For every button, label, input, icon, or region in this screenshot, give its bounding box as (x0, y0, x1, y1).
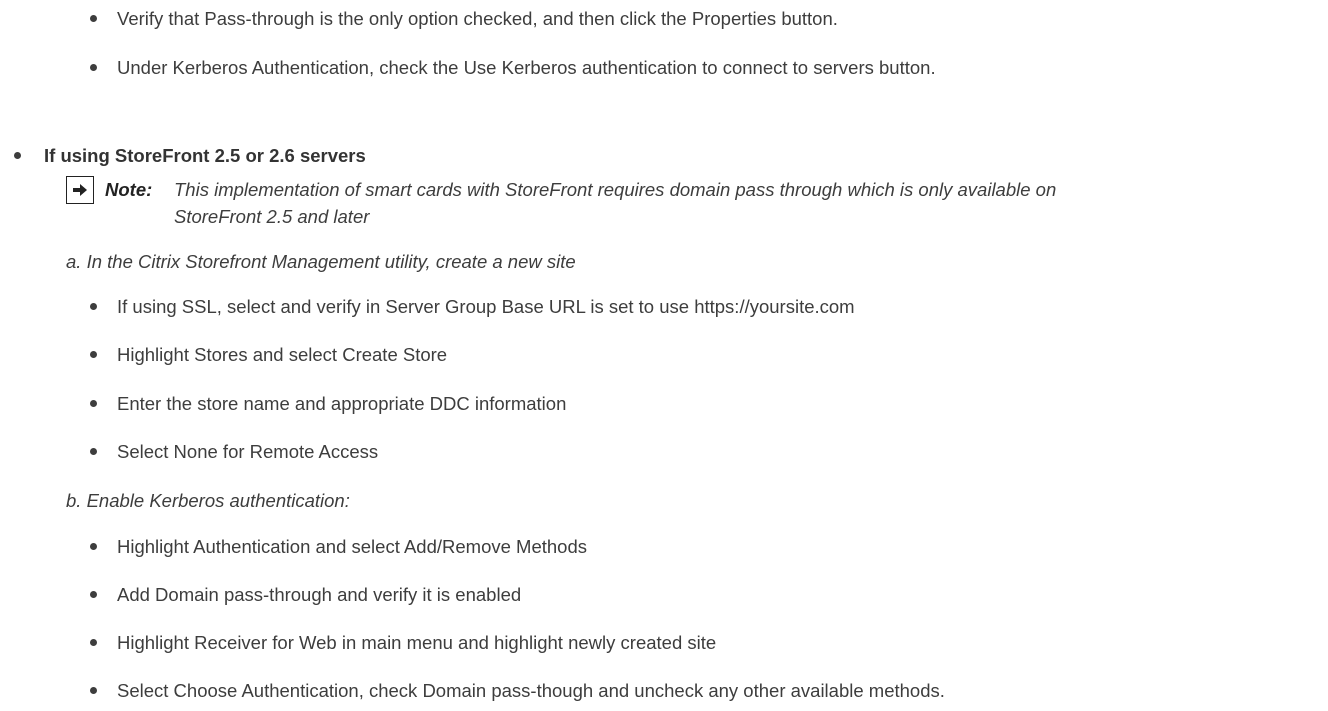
section-heading: If using StoreFront 2.5 or 2.6 servers (44, 145, 366, 166)
arrow-right-icon (66, 176, 94, 204)
list-item: Add Domain pass-through and verify it is… (117, 584, 522, 605)
step-a-heading: a. In the Citrix Storefront Management u… (66, 251, 576, 272)
note-text-line-2: StoreFront 2.5 and later (174, 206, 370, 227)
note-label: Note: (105, 179, 153, 200)
bullet-marker (90, 64, 97, 71)
list-item: Highlight Authentication and select Add/… (117, 536, 587, 557)
bullet-marker (90, 591, 97, 598)
list-item: Enter the store name and appropriate DDC… (117, 393, 567, 414)
note-text-line-1: This implementation of smart cards with … (174, 179, 1057, 200)
step-b-heading: b. Enable Kerberos authentication: (66, 490, 350, 511)
bullet-marker (90, 303, 97, 310)
bullet-marker (90, 448, 97, 455)
bullet-marker (90, 15, 97, 22)
bullet-marker (90, 543, 97, 550)
bullet-marker (14, 152, 21, 159)
list-item: Verify that Pass-through is the only opt… (117, 8, 838, 29)
bullet-marker (90, 351, 97, 358)
list-item: Highlight Receiver for Web in main menu … (117, 632, 717, 653)
list-item: Select None for Remote Access (117, 441, 379, 462)
bullet-marker (90, 400, 97, 407)
list-item: Select Choose Authentication, check Doma… (117, 680, 945, 701)
list-item: Under Kerberos Authentication, check the… (117, 57, 936, 78)
list-item: Highlight Stores and select Create Store (117, 344, 448, 365)
bullet-marker (90, 639, 97, 646)
list-item: If using SSL, select and verify in Serve… (117, 296, 855, 317)
bullet-marker (90, 687, 97, 694)
